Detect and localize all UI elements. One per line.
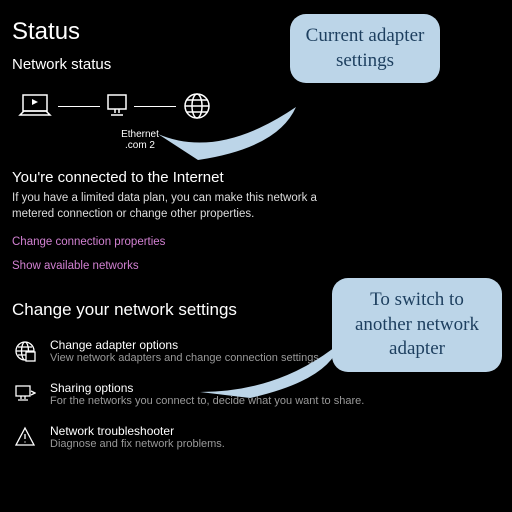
option-title: Network troubleshooter (50, 424, 225, 438)
option-desc: Diagnose and fix network problems. (50, 438, 225, 450)
callout-current-adapter: Current adapter settings (290, 14, 440, 83)
connection-line-right (134, 106, 176, 107)
option-title: Change adapter options (50, 338, 322, 352)
globe-icon (182, 91, 212, 121)
adapter-sublabel: .com 2 (90, 140, 190, 151)
change-connection-properties-link[interactable]: Change connection properties (12, 236, 500, 248)
network-diagram (18, 91, 500, 121)
sharing-options-row[interactable]: Sharing options For the networks you con… (12, 381, 500, 408)
callout-switch-adapter: To switch to another network adapter (332, 278, 502, 372)
adapter-label: Ethernet (90, 129, 190, 140)
monitor-icon (106, 93, 128, 119)
show-available-networks-link[interactable]: Show available networks (12, 260, 500, 272)
connected-heading: You're connected to the Internet (12, 169, 500, 186)
option-desc: For the networks you connect to, decide … (50, 395, 364, 407)
troubleshooter-icon (14, 426, 36, 451)
adapter-caption: Ethernet .com 2 (90, 129, 190, 151)
option-desc: View network adapters and change connect… (50, 352, 322, 364)
option-title: Sharing options (50, 381, 364, 395)
laptop-icon (18, 93, 52, 119)
connection-line-left (58, 106, 100, 107)
connected-desc: If you have a limited data plan, you can… (12, 190, 342, 222)
adapter-options-icon (14, 340, 36, 365)
network-troubleshooter-row[interactable]: Network troubleshooter Diagnose and fix … (12, 424, 500, 451)
sharing-options-icon (14, 383, 36, 408)
